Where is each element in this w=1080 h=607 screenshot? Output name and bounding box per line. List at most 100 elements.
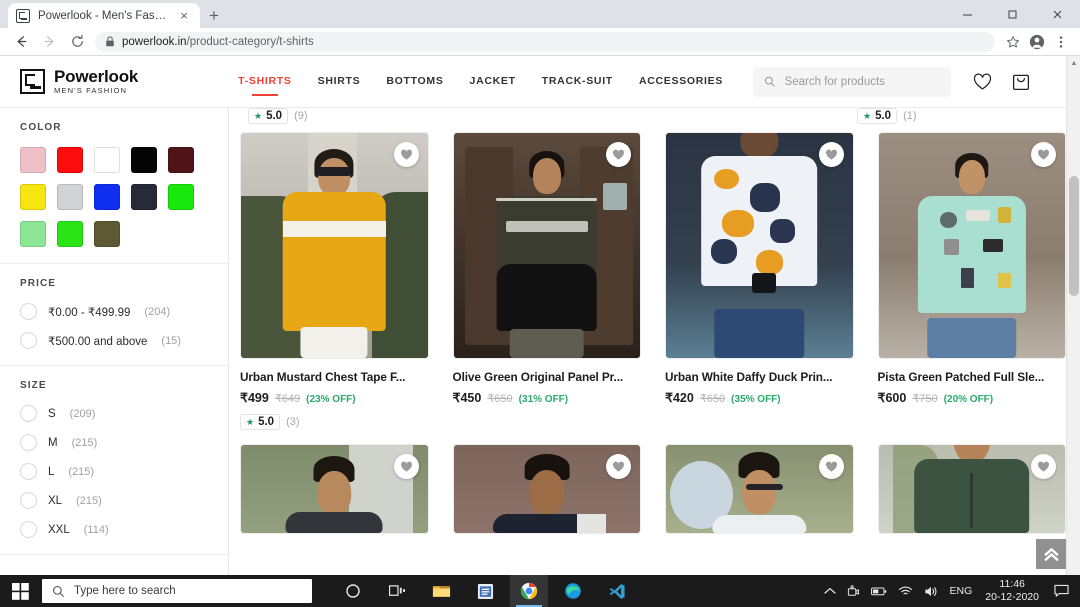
size-option-xl[interactable]: XL (215) (20, 492, 208, 509)
site-logo[interactable]: Powerlook MEN'S FASHION (20, 68, 138, 95)
product-image[interactable] (877, 444, 1066, 534)
taskbar-search[interactable]: Type here to search (42, 579, 312, 603)
volume-icon[interactable] (924, 585, 939, 598)
radio-icon[interactable] (20, 521, 37, 538)
product-image[interactable] (665, 132, 854, 359)
wishlist-icon[interactable] (973, 73, 992, 91)
scrollbar-thumb[interactable] (1069, 176, 1079, 296)
back-button[interactable] (8, 29, 34, 55)
color-swatch-yellow[interactable] (20, 184, 46, 210)
chrome-menu-icon[interactable] (1050, 31, 1072, 53)
size-option-xxl[interactable]: XXL (114) (20, 521, 208, 538)
cortana-icon[interactable] (334, 575, 372, 607)
minimize-button[interactable] (945, 0, 990, 28)
new-tab-button[interactable]: + (200, 3, 228, 28)
product-card[interactable] (877, 444, 1066, 534)
product-title[interactable]: Olive Green Original Panel Pr... (453, 370, 642, 384)
wishlist-heart-icon[interactable] (606, 142, 631, 167)
product-image[interactable] (452, 132, 641, 359)
profile-avatar-icon[interactable] (1026, 31, 1048, 53)
product-image[interactable] (877, 132, 1066, 359)
action-center-icon[interactable] (1050, 584, 1072, 598)
battery-icon[interactable] (870, 586, 887, 597)
wishlist-heart-icon[interactable] (818, 454, 844, 479)
bookmark-star-icon[interactable] (1002, 31, 1024, 53)
color-swatch-red[interactable] (57, 147, 83, 173)
scrollbar-up-arrow[interactable]: ▲ (1067, 56, 1080, 70)
radio-icon[interactable] (20, 332, 37, 349)
price-option-0[interactable]: ₹0.00 - ₹499.99 (204) (20, 303, 208, 320)
radio-icon[interactable] (20, 434, 37, 451)
color-swatch-pista-green[interactable] (20, 221, 46, 247)
product-image[interactable] (240, 132, 429, 359)
tab-close-icon[interactable]: × (176, 8, 192, 24)
google-chrome-icon[interactable] (510, 575, 548, 607)
product-card[interactable]: Pista Green Patched Full Sle... ₹600 ₹75… (877, 132, 1067, 430)
color-swatch-navy[interactable] (131, 184, 157, 210)
product-title[interactable]: Urban White Daffy Duck Prin... (665, 370, 854, 384)
radio-icon[interactable] (20, 303, 37, 320)
color-swatch-black[interactable] (131, 147, 157, 173)
vscode-icon[interactable] (598, 575, 636, 607)
product-title[interactable]: Urban Mustard Chest Tape F... (240, 370, 429, 384)
product-card[interactable] (452, 444, 641, 534)
color-swatch-lime-green[interactable] (57, 221, 83, 247)
wishlist-heart-icon[interactable] (393, 454, 419, 479)
product-card[interactable] (665, 444, 854, 534)
language-indicator[interactable]: ENG (950, 585, 973, 597)
wishlist-heart-icon[interactable] (1031, 142, 1056, 167)
color-swatch-olive[interactable] (94, 221, 120, 247)
nav-item-bottoms[interactable]: BOTTOMS (386, 67, 443, 96)
wifi-icon[interactable] (898, 585, 913, 597)
radio-icon[interactable] (20, 463, 37, 480)
reload-button[interactable] (64, 29, 90, 55)
size-option-s[interactable]: S (209) (20, 405, 208, 422)
product-card[interactable] (240, 444, 429, 534)
size-option-m[interactable]: M (215) (20, 434, 208, 451)
product-card[interactable]: Urban White Daffy Duck Prin... ₹420 ₹650… (665, 132, 854, 430)
color-swatch-blue[interactable] (94, 184, 120, 210)
taskbar-clock[interactable]: 11:46 20-12-2020 (985, 578, 1039, 604)
nav-item-t-shirts[interactable]: T-SHIRTS (238, 67, 291, 96)
microsoft-store-icon[interactable] (466, 575, 504, 607)
forward-button[interactable] (36, 29, 62, 55)
color-swatch-pink[interactable] (20, 147, 46, 173)
product-title[interactable]: Pista Green Patched Full Sle... (878, 370, 1067, 384)
wishlist-heart-icon[interactable] (393, 142, 419, 167)
product-card[interactable]: Olive Green Original Panel Pr... ₹450 ₹6… (452, 132, 642, 430)
product-card[interactable]: Urban Mustard Chest Tape F... ₹499 ₹649 … (240, 132, 429, 430)
tray-expand-icon[interactable] (823, 587, 836, 596)
close-button[interactable] (1035, 0, 1080, 28)
start-button[interactable] (0, 575, 40, 607)
browser-tab[interactable]: Powerlook - Men's Fashion × (8, 3, 200, 28)
product-image[interactable] (240, 444, 429, 534)
page-scrollbar[interactable]: ▲ ▼ (1066, 56, 1080, 607)
nav-item-shirts[interactable]: SHIRTS (318, 67, 361, 96)
nav-item-track-suit[interactable]: TRACK-SUIT (542, 67, 613, 96)
color-swatch-white[interactable] (94, 147, 120, 173)
color-swatch-maroon[interactable] (168, 147, 194, 173)
nav-item-jacket[interactable]: JACKET (470, 67, 516, 96)
maximize-button[interactable] (990, 0, 1035, 28)
size-option-l[interactable]: L (215) (20, 463, 208, 480)
address-bar[interactable]: powerlook.in/product-category/t-shirts (95, 31, 995, 52)
task-view-icon[interactable] (378, 575, 416, 607)
wishlist-heart-icon[interactable] (606, 454, 631, 479)
color-swatch-grey[interactable] (57, 184, 83, 210)
color-swatch-green[interactable] (168, 184, 194, 210)
site-search[interactable] (753, 66, 952, 97)
wishlist-heart-icon[interactable] (818, 142, 844, 167)
radio-icon[interactable] (20, 492, 37, 509)
file-explorer-icon[interactable] (422, 575, 460, 607)
product-image[interactable] (452, 444, 641, 534)
scroll-to-top-button[interactable] (1036, 539, 1066, 569)
radio-icon[interactable] (20, 405, 37, 422)
price-option-1[interactable]: ₹500.00 and above (15) (20, 332, 208, 349)
nav-item-accessories[interactable]: ACCESSORIES (639, 67, 723, 96)
search-input[interactable] (784, 75, 941, 88)
cart-bag-icon[interactable] (1012, 72, 1030, 91)
onedrive-camera-icon[interactable] (847, 584, 860, 598)
product-image[interactable] (665, 444, 854, 534)
microsoft-edge-icon[interactable] (554, 575, 592, 607)
wishlist-heart-icon[interactable] (1031, 454, 1056, 479)
